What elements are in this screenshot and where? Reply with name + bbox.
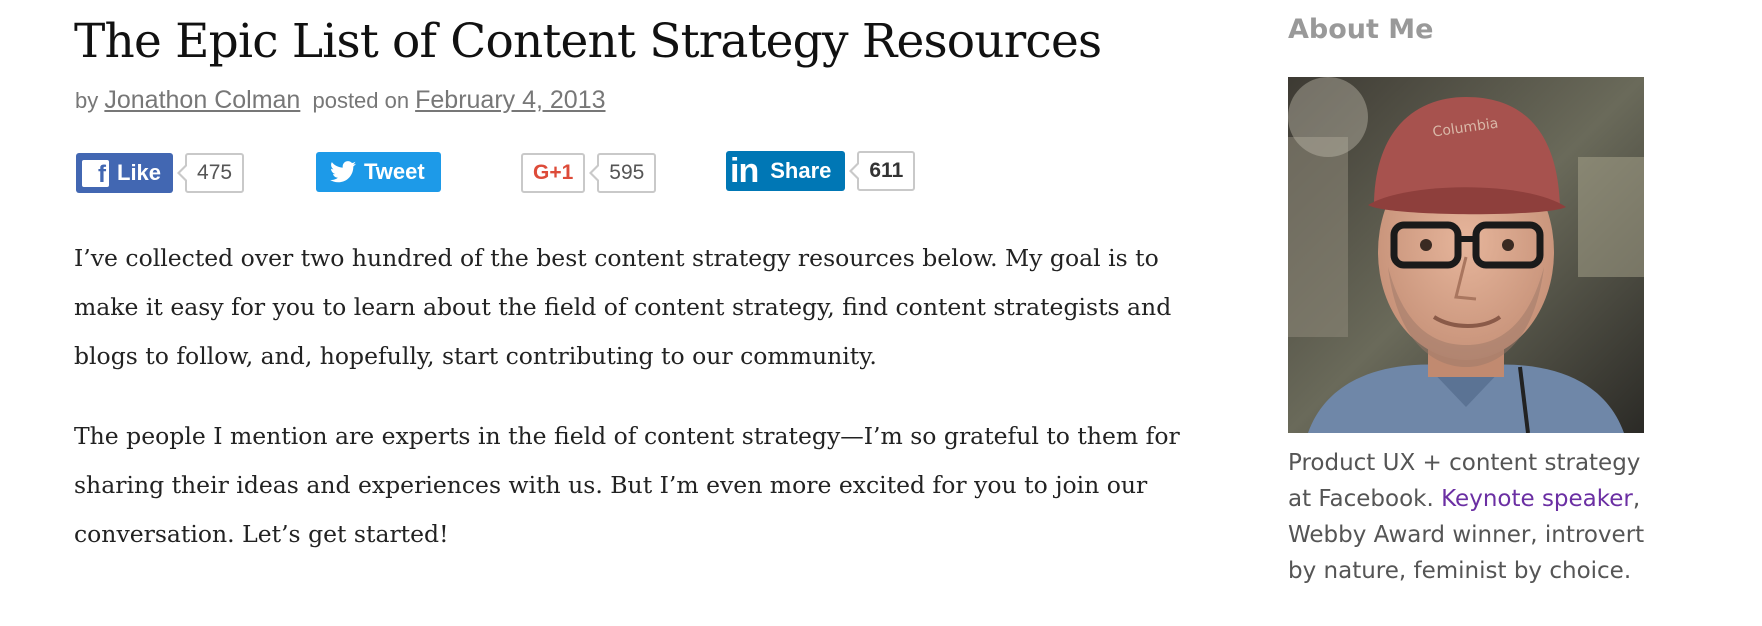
author-photo: Columbia [1288,77,1644,433]
posted-on-text: posted on [312,88,410,113]
tweet-button[interactable]: Tweet [316,152,441,192]
intro-paragraph-1: I’ve collected over two hundred of the b… [74,244,1172,370]
google-plus-count: 595 [589,153,657,193]
author-link[interactable]: Jonathon Colman [104,86,300,114]
facebook-like-count: 475 [177,153,245,193]
date-link[interactable]: February 4, 2013 [415,86,605,114]
linkedin-share-count: 611 [849,151,916,191]
linkedin-share-button[interactable]: in Share [726,151,846,191]
twitter-bird-icon [330,161,356,183]
linkedin-widget: in Share 611 [726,148,916,194]
facebook-like-button[interactable]: f Like [76,153,174,193]
facebook-like-widget: f Like 475 [76,150,245,196]
twitter-widget: Tweet [316,149,441,195]
bio-text: Product UX + content strategy at Faceboo… [1288,445,1668,589]
intro-paragraph-2: The people I mention are experts in the … [74,422,1180,548]
facebook-icon: f [82,159,109,187]
byline-prefix: by [75,88,99,113]
tweet-label: Tweet [364,159,425,184]
google-plus-widget: G+1 595 [521,150,657,196]
facebook-like-label: Like [117,160,162,185]
linkedin-share-label: Share [770,158,832,183]
linkedin-icon: in [730,152,759,190]
about-me-heading: About Me [1288,14,1434,45]
keynote-speaker-link[interactable]: Keynote speaker [1441,486,1633,512]
byline: by Jonathon Colman posted on February 4, … [75,86,606,115]
article-title: The Epic List of Content Strategy Resour… [74,14,1102,69]
google-plus-one-button[interactable]: G+1 [521,153,586,193]
